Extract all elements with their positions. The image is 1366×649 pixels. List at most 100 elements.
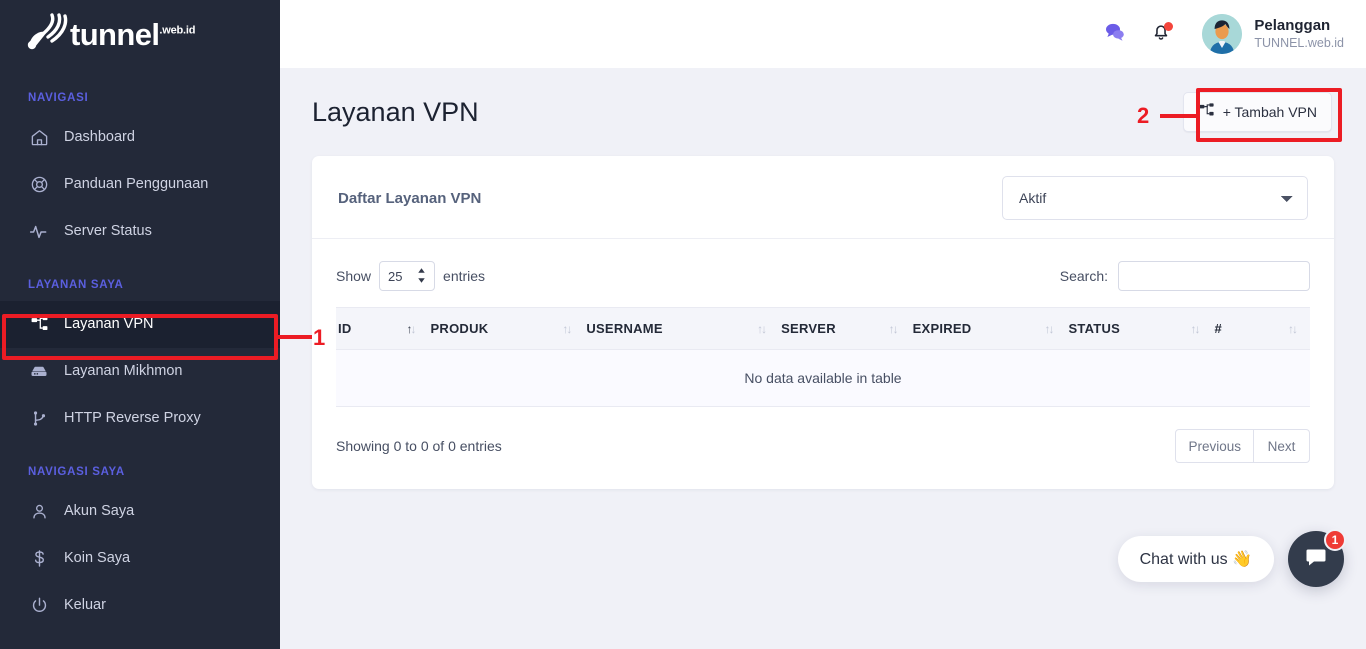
card-body: Show 10 25 50 100	[312, 239, 1334, 489]
show-label: Show	[336, 268, 372, 284]
card-header: Daftar Layanan VPN Aktif Expired Semua	[312, 156, 1334, 239]
activity-pulse-icon	[28, 221, 50, 243]
user-name: Pelanggan	[1254, 16, 1331, 34]
sort-arrows-icon: ↑↓	[888, 321, 899, 336]
column-header-expired[interactable]: EXPIRED ↑↓	[910, 307, 1067, 350]
sidebar-item-layanan-vpn[interactable]: Layanan VPN	[0, 301, 280, 348]
sort-arrows-icon: ↑↓	[1044, 321, 1054, 336]
avatar	[1202, 14, 1243, 54]
pagination-previous-button[interactable]: Previous	[1175, 429, 1254, 463]
sidebar-item-keluar[interactable]: Keluar	[0, 582, 280, 629]
chat-widget: Chat with us 👋 1	[1117, 529, 1346, 587]
brand-suffix: .web.id	[159, 24, 196, 37]
user-subtitle: TUNNEL.web.id	[1254, 35, 1344, 50]
topbar: Pelanggan TUNNEL.web.id	[280, 0, 1366, 68]
column-header-username[interactable]: USERNAME ↑↓	[584, 307, 780, 350]
sidebar-item-label: Koin Saya	[64, 550, 131, 567]
pagination: Previous Next	[1175, 429, 1310, 463]
chat-icon	[1304, 545, 1328, 574]
home-icon	[28, 127, 50, 149]
table-empty-row: No data available in table	[336, 349, 1310, 407]
brand-name: tunnel.web.id	[70, 19, 195, 50]
vpn-list-card: Daftar Layanan VPN Aktif Expired Semua S…	[312, 156, 1334, 489]
chat-unread-badge: 1	[1324, 529, 1346, 551]
page-length-control: Show 10 25 50 100	[336, 261, 485, 291]
datatable-controls: Show 10 25 50 100	[336, 261, 1310, 291]
sidebar: tunnel.web.id NAVIGASI Dashboard Panduan…	[0, 0, 280, 649]
sitemap-icon	[1198, 102, 1215, 122]
page-title: Layanan VPN	[312, 96, 479, 127]
column-header-id[interactable]: ID ↑↓	[336, 307, 429, 350]
sidebar-item-server-status[interactable]: Server Status	[0, 208, 280, 255]
sidebar-section-navigasi: NAVIGASI	[28, 92, 89, 104]
column-header-status[interactable]: STATUS ↑↓	[1066, 307, 1213, 350]
chat-prompt-bubble[interactable]: Chat with us 👋	[1117, 536, 1274, 582]
page-length-select[interactable]: 10 25 50 100	[379, 261, 436, 291]
table-header-row: ID ↑↓ PRODUK ↑↓ USERNAME ↑↓ SERVER ↑↓ EX…	[336, 307, 1310, 350]
git-branch-icon	[28, 408, 50, 430]
search-label: Search:	[1059, 268, 1108, 284]
app-root: tunnel.web.id NAVIGASI Dashboard Panduan…	[0, 0, 1366, 649]
table-info: Showing 0 to 0 of 0 entries	[336, 438, 502, 454]
user-icon	[28, 501, 50, 523]
speech-bubbles-icon	[1103, 20, 1127, 49]
column-label: #	[1214, 321, 1223, 336]
entries-label: entries	[443, 268, 486, 284]
sidebar-item-label: Panduan Penggunaan	[64, 176, 209, 193]
status-filter-select[interactable]: Aktif Expired Semua	[1002, 176, 1308, 220]
sort-arrows-icon: ↑↓	[1190, 321, 1201, 336]
sidebar-item-label: Server Status	[64, 223, 152, 240]
sort-arrows-icon: ↑↓	[562, 321, 572, 336]
sidebar-item-label: Dashboard	[64, 129, 135, 146]
notifications-button[interactable]	[1142, 15, 1180, 53]
sidebar-item-panduan-penggunaan[interactable]: Panduan Penggunaan	[0, 161, 280, 208]
lifebuoy-icon	[28, 174, 50, 196]
main-pane: Pelanggan TUNNEL.web.id Layanan VPN + Ta…	[280, 0, 1366, 649]
sidebar-item-layanan-mikhmon[interactable]: Layanan Mikhmon	[0, 348, 280, 395]
sidebar-item-label: HTTP Reverse Proxy	[64, 410, 201, 427]
sidebar-item-label: Akun Saya	[64, 503, 135, 520]
sidebar-section-layanan-saya: LAYANAN SAYA	[28, 279, 124, 291]
user-menu[interactable]: Pelanggan TUNNEL.web.id	[1202, 14, 1344, 54]
sort-arrows-icon: ↑↓	[757, 321, 767, 336]
satellite-dish-icon	[22, 13, 68, 55]
chat-launcher-button[interactable]: 1	[1288, 529, 1346, 587]
sidebar-item-label: Layanan Mikhmon	[64, 363, 183, 380]
search-input[interactable]	[1118, 261, 1310, 291]
pagination-next-button[interactable]: Next	[1254, 429, 1310, 463]
table-body: No data available in table	[336, 349, 1310, 407]
column-label: PRODUK	[430, 321, 489, 336]
datatable-footer: Showing 0 to 0 of 0 entries Previous Nex…	[336, 429, 1310, 463]
sidebar-section-navigasi-saya: NAVIGASI SAYA	[28, 466, 125, 478]
power-icon	[28, 595, 50, 617]
brand-word: tunnel	[70, 16, 160, 52]
table-empty-message: No data available in table	[336, 349, 1310, 407]
column-header-actions[interactable]: # ↑↓	[1212, 307, 1310, 350]
column-header-produk[interactable]: PRODUK ↑↓	[428, 307, 585, 350]
sidebar-item-label: Keluar	[64, 597, 106, 614]
brand-logo[interactable]: tunnel.web.id	[0, 0, 280, 68]
sidebar-item-akun-saya[interactable]: Akun Saya	[0, 488, 280, 535]
column-label: ID	[338, 321, 352, 336]
sort-arrows-icon: ↑↓	[1288, 321, 1298, 336]
search-control: Search:	[1060, 261, 1310, 291]
sidebar-item-label: Layanan VPN	[64, 316, 154, 333]
sort-arrows-icon: ↑↓	[406, 321, 417, 336]
column-header-server[interactable]: SERVER ↑↓	[779, 307, 911, 350]
card-title: Daftar Layanan VPN	[338, 189, 482, 207]
page-header: Layanan VPN + Tambah VPN	[280, 68, 1366, 156]
vpn-table: ID ↑↓ PRODUK ↑↓ USERNAME ↑↓ SERVER ↑↓ EX…	[336, 307, 1310, 407]
table-header: ID ↑↓ PRODUK ↑↓ USERNAME ↑↓ SERVER ↑↓ EX…	[336, 307, 1310, 350]
column-label: SERVER	[781, 321, 836, 336]
add-vpn-button[interactable]: + Tambah VPN	[1182, 92, 1332, 132]
server-icon	[28, 361, 50, 383]
add-vpn-label: + Tambah VPN	[1222, 104, 1317, 120]
sidebar-item-koin-saya[interactable]: Koin Saya	[0, 535, 280, 582]
sidebar-item-dashboard[interactable]: Dashboard	[0, 114, 280, 161]
sidebar-item-http-reverse-proxy[interactable]: HTTP Reverse Proxy	[0, 395, 280, 442]
chat-messages-button[interactable]	[1096, 15, 1134, 53]
column-label: USERNAME	[586, 321, 663, 336]
column-label: STATUS	[1068, 321, 1121, 336]
column-label: EXPIRED	[912, 321, 972, 336]
dollar-icon	[28, 548, 50, 570]
